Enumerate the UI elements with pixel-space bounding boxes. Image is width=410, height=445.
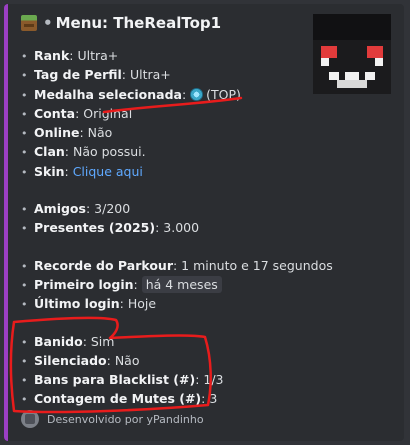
bullet: • bbox=[21, 50, 28, 63]
field-label: Amigos bbox=[34, 201, 86, 217]
field-label: Clan bbox=[34, 144, 65, 160]
field-value: Não possui. bbox=[72, 144, 146, 160]
footer-text: Desenvolvido por yPandinho bbox=[47, 412, 204, 426]
profile-embed: • Menu: TheRealTop1 • Rank: Ultra+ • Tag de… bbox=[4, 4, 404, 441]
field-value: Original bbox=[83, 105, 133, 121]
field-label: Skin bbox=[34, 163, 65, 179]
field-value: Ultra+ bbox=[129, 67, 171, 83]
field-label: Online bbox=[34, 125, 80, 141]
field-label: Primeiro login bbox=[34, 276, 134, 292]
embed-accent-bar bbox=[4, 4, 8, 441]
bullet: • bbox=[21, 127, 28, 141]
bullet: • bbox=[21, 298, 28, 312]
field-tag: • Tag de Perfil: Ultra+ bbox=[21, 65, 321, 84]
field-value: Não bbox=[87, 125, 113, 141]
bullet: • bbox=[21, 393, 28, 407]
bullet: • bbox=[21, 107, 28, 121]
field-first-login: • Primeiro login: há 4 meses bbox=[21, 275, 321, 294]
bullet: • bbox=[21, 335, 28, 349]
bullet: • bbox=[21, 146, 28, 160]
field-banned: • Banido: Sim bbox=[21, 332, 321, 351]
embed-title-text: • Menu: TheRealTop1 bbox=[43, 14, 221, 32]
field-label: Contagem de Mutes (#) bbox=[34, 391, 202, 407]
field-clan: • Clan: Não possui. bbox=[21, 142, 321, 161]
embed-footer: Desenvolvido por yPandinho bbox=[21, 410, 204, 428]
field-account: • Conta: Original bbox=[21, 104, 321, 123]
field-label: Medalha selecionada bbox=[34, 86, 182, 102]
field-value: há 4 meses bbox=[141, 275, 222, 293]
bullet: • bbox=[21, 69, 28, 83]
medal-icon bbox=[190, 87, 204, 101]
field-blacklist: • Bans para Blacklist (#): 1/3 bbox=[21, 370, 321, 389]
field-label: Banido bbox=[34, 333, 83, 349]
field-value: 3/200 bbox=[94, 201, 131, 217]
field-label: Conta bbox=[34, 105, 76, 121]
field-rank: • Rank: Ultra+ bbox=[21, 46, 321, 65]
field-value: Ultra+ bbox=[77, 48, 119, 63]
field-label: Último login bbox=[34, 296, 120, 312]
field-gifts: • Presentes (2025): 3.000 bbox=[21, 218, 321, 237]
bullet: • bbox=[21, 222, 28, 236]
field-label: Tag de Perfil bbox=[34, 67, 122, 83]
field-parkour: • Recorde do Parkour: 1 minuto e 17 segun… bbox=[21, 256, 333, 275]
skin-link[interactable]: Clique aqui bbox=[73, 164, 143, 179]
field-medal: • Medalha selecionada: (TOP) bbox=[21, 85, 321, 104]
title-label: Menu: TheRealTop1 bbox=[55, 14, 222, 32]
player-head-skin-icon[interactable] bbox=[309, 10, 395, 98]
field-label: Silenciado bbox=[34, 352, 107, 368]
footer-avatar bbox=[21, 410, 39, 428]
bullet: • bbox=[21, 165, 28, 179]
field-online: • Online: Não bbox=[21, 123, 321, 142]
field-skin: • Skin: Clique aqui bbox=[21, 162, 321, 181]
field-last-login: • Último login: Hoje bbox=[21, 294, 321, 313]
field-label: Recorde do Parkour bbox=[34, 257, 173, 273]
field-value: (TOP) bbox=[206, 86, 241, 102]
field-value: 1 minuto e 17 segundos bbox=[181, 257, 333, 273]
bullet: • bbox=[21, 259, 28, 273]
title-bullet: • bbox=[43, 14, 53, 32]
bullet: • bbox=[21, 278, 28, 292]
embed-title: • Menu: TheRealTop1 bbox=[21, 14, 221, 32]
field-value: Hoje bbox=[127, 296, 157, 312]
field-label: Rank bbox=[34, 48, 70, 63]
field-mute-count: • Contagem de Mutes (#): 3 bbox=[21, 389, 321, 408]
bullet: • bbox=[21, 354, 28, 368]
field-value: Sim bbox=[90, 333, 115, 349]
field-label: Presentes (2025) bbox=[34, 220, 156, 236]
profile-fields: • Rank: Ultra+ • Tag de Perfil: Ultra+ • Me… bbox=[21, 46, 333, 409]
bullet: • bbox=[21, 88, 28, 102]
field-friends: • Amigos: 3/200 bbox=[21, 199, 321, 218]
bullet: • bbox=[21, 374, 28, 388]
bullet: • bbox=[21, 203, 28, 217]
field-label: Bans para Blacklist (#) bbox=[34, 372, 196, 388]
grass-block-icon bbox=[21, 15, 37, 31]
field-value: 3.000 bbox=[163, 220, 200, 236]
field-value: 1/3 bbox=[203, 372, 224, 388]
field-muted: • Silenciado: Não bbox=[21, 351, 321, 370]
field-value: 3 bbox=[209, 391, 218, 407]
field-value: Não bbox=[114, 352, 140, 368]
